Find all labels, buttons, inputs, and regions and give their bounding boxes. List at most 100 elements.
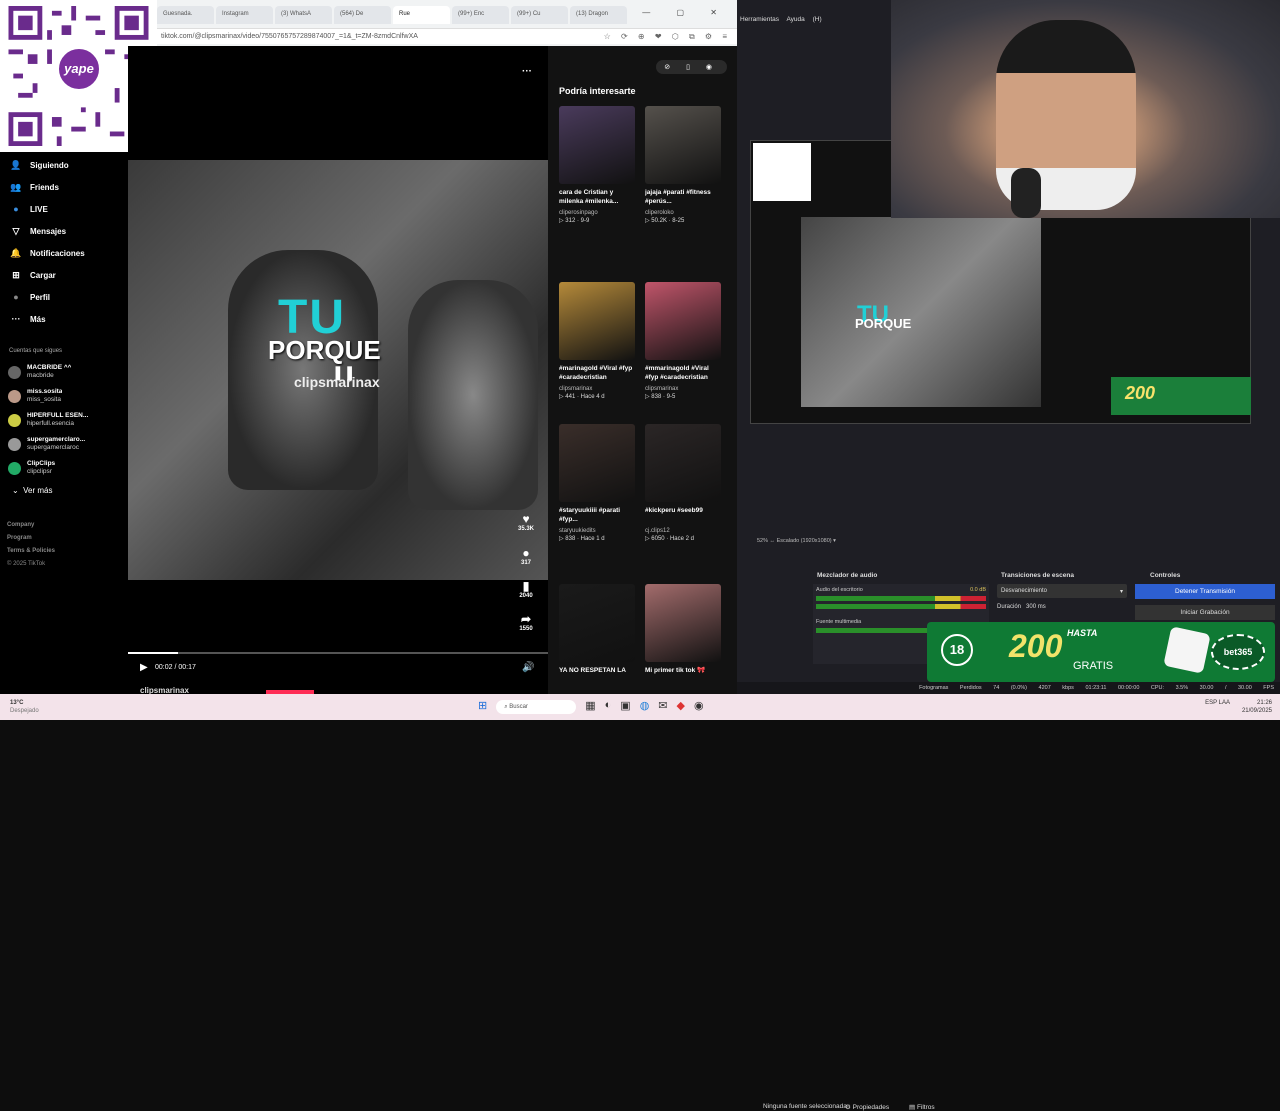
comment-count: 317 [520, 560, 531, 566]
save-button[interactable]: ▮ 2040 [516, 579, 536, 599]
recommended-video-card[interactable]: Mi primer tik tok 🎀 [645, 584, 721, 688]
start-icon[interactable]: ⊞ [478, 699, 487, 714]
preview-ad: 200 [1111, 377, 1251, 415]
browser-tab-active[interactable]: Rue [393, 6, 450, 24]
sidebar-item-mas[interactable]: ··· Más [0, 308, 128, 330]
share-button[interactable]: ➦ 1550 [516, 612, 536, 632]
app-icon[interactable]: ◐ [605, 699, 612, 714]
video-person-left [228, 250, 378, 490]
sidebar-item-label: Friends [30, 182, 59, 192]
sidebar-item-notificaciones[interactable]: 🔔 Notificaciones [0, 242, 128, 264]
avatar [8, 413, 21, 427]
card-title: Mi primer tik tok 🎀 [645, 667, 706, 674]
sidebar-item-label: Cargar [30, 270, 56, 280]
card-user[interactable]: cj.clips12 [645, 528, 721, 534]
following-account[interactable]: ClipClips clipclipsr [0, 456, 128, 480]
taskbar-search[interactable]: ⌕ Buscar [496, 700, 577, 714]
pause-icon[interactable]: ❚❚ [332, 364, 355, 381]
url-text[interactable]: tiktok.com/@clipsmarinax/video/755076575… [161, 33, 418, 40]
transition-select[interactable]: Desvanecimiento ▾ [997, 584, 1127, 598]
sidebar-item-perfil[interactable]: ● Perfil [0, 286, 128, 308]
address-bar[interactable]: tiktok.com/@clipsmarinax/video/755076575… [157, 28, 737, 44]
clock[interactable]: 21:26 21/09/2025 [1242, 699, 1272, 715]
browser-tab[interactable]: (564) De [334, 6, 391, 24]
footer-link-company[interactable]: Company [7, 519, 121, 532]
video-progress-bar[interactable] [128, 652, 548, 654]
browser-tab[interactable]: (13) Dragon [570, 6, 627, 24]
volume-icon[interactable]: 🔊 [522, 662, 534, 673]
mail-icon[interactable]: ✉ [658, 699, 667, 714]
sidebar-item-mensajes[interactable]: ▽ Mensajes [0, 220, 128, 242]
card-stats: ▷ 50.2K · 8-25 [645, 218, 685, 224]
card-user[interactable]: cliperoloko [645, 210, 721, 216]
app-icon[interactable]: ▣ [620, 699, 630, 714]
recommended-video-card[interactable]: #mmarinagold #Viral #fyp #caradecristian… [645, 282, 721, 400]
video-thumbnail[interactable] [645, 584, 721, 662]
following-account[interactable]: HIPERFULL ESEN... hiperfull.esencia [0, 408, 128, 432]
browser-tab[interactable]: (99+) Cu [511, 6, 568, 24]
following-account[interactable]: supergamerclaro... supergamerclaroc [0, 432, 128, 456]
properties-button[interactable]: ⚙ Propiedades [845, 1103, 889, 1111]
obs-icon[interactable]: ◉ [694, 699, 704, 714]
recommended-video-card[interactable]: #staryuukiiii #parati #fyp... staryuukied… [559, 424, 635, 542]
browser-tab[interactable]: (3) WhatsA [275, 6, 332, 24]
weather-widget[interactable]: 13°C Despejado [10, 699, 39, 715]
obs-studio-window: Herramientas Ayuda (H) TU PORQUE 200 52%… [737, 0, 1280, 1111]
stop-stream-button[interactable]: Detener Transmisión [1135, 584, 1275, 599]
window-controls[interactable]: — ▢ ✕ [642, 8, 729, 17]
more-options-button[interactable]: ··· [522, 66, 532, 77]
more-dots-icon: ··· [11, 314, 21, 324]
browser-tab[interactable]: (99+) Enc [452, 6, 509, 24]
sidebar-item-label: Notificaciones [30, 248, 85, 258]
sidebar-item-siguiendo[interactable]: 👤 Siguiendo [0, 154, 128, 176]
play-icon[interactable]: ▶ [140, 662, 148, 673]
copyright-text: © 2025 TikTok [7, 561, 46, 567]
card-user[interactable]: clipsmarinax [645, 386, 721, 392]
app-icon[interactable]: ◆ [677, 699, 685, 714]
account-handle: hiperfull.esencia [27, 420, 74, 427]
following-account[interactable]: MACBRIDE ^^ macbride [0, 360, 128, 384]
recommended-video-card[interactable]: YA NO RESPETAN LA [559, 584, 635, 688]
card-title: #marinagold #Viral #fyp #caradecristian [559, 365, 633, 381]
sidebar-item-cargar[interactable]: ⊞ Cargar [0, 264, 128, 286]
video-thumbnail[interactable] [645, 424, 721, 502]
video-thumbnail[interactable] [559, 282, 635, 360]
like-button[interactable]: ♥ 35.3K [516, 512, 536, 532]
card-user[interactable]: staryuukiedits [559, 528, 635, 534]
footer-link-terms[interactable]: Terms & Policies [7, 545, 121, 558]
filters-button[interactable]: ▤ Filtros [909, 1103, 935, 1111]
sidebar-item-friends[interactable]: 👥 Friends [0, 176, 128, 198]
start-recording-button[interactable]: Iniciar Grabación [1135, 605, 1275, 620]
card-title: jajaja #parati #fitness #perús... [645, 189, 711, 205]
recommended-video-card[interactable]: #kickperu #seeb99 cj.clips12 ▷ 6050 · Hace… [645, 424, 721, 542]
sidebar-item-label: Más [30, 314, 46, 324]
card-user[interactable]: cliperosinpago [559, 210, 635, 216]
sidebar-item-live[interactable]: ● LIVE [0, 198, 128, 220]
recommended-video-card[interactable]: jajaja #parati #fitness #perús... clipero… [645, 106, 721, 224]
taskview-icon[interactable]: ▦ [585, 699, 595, 714]
header-actions[interactable]: ⊘ ▯ ◉ [656, 60, 727, 74]
card-stats: ▷ 441 · Hace 4 d [559, 394, 605, 400]
recommended-video-card[interactable]: cara de Cristian y milenka #milenka... cl… [559, 106, 635, 224]
language-indicator[interactable]: ESP LAA [1205, 700, 1230, 707]
browser-icon[interactable]: ◍ [640, 699, 650, 714]
recommended-video-card[interactable]: #marinagold #Viral #fyp #caradecristian c… [559, 282, 635, 400]
footer-link-program[interactable]: Program [7, 532, 121, 545]
obs-preview-toolbar[interactable]: 52% ↔ Escalado (1920x1080) ▾ [737, 536, 1280, 548]
duration-input[interactable]: 300 ms [1026, 604, 1046, 610]
video-thumbnail[interactable] [645, 106, 721, 184]
obs-menu-bar[interactable]: Herramientas Ayuda (H) [737, 16, 892, 28]
browser-tab[interactable]: Guesnada. [157, 6, 214, 24]
video-thumbnail[interactable] [559, 106, 635, 184]
video-thumbnail[interactable] [645, 282, 721, 360]
comment-button[interactable]: ● 317 [516, 546, 536, 566]
card-user[interactable]: clipsmarinax [559, 386, 635, 392]
see-more-link[interactable]: ⌄ Ver más [0, 480, 128, 501]
video-thumbnail[interactable] [559, 424, 635, 502]
video-thumbnail[interactable] [559, 584, 635, 662]
browser-tab[interactable]: Instagram [216, 6, 273, 24]
bet365-ad-banner: 18 200 HASTA GRATIS bet365 [927, 622, 1275, 682]
extension-icons[interactable]: ☆ ⟳ ⊕ ❤ ⬡ ⧉ ⚙ ≡ [604, 32, 731, 42]
audio-meter [816, 604, 986, 609]
following-account[interactable]: miss.sosita miss_sosita [0, 384, 128, 408]
